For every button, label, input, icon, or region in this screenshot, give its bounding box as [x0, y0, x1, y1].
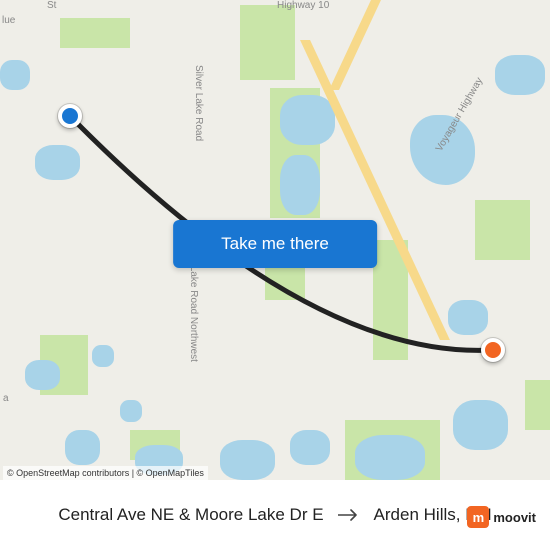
road-label: lue	[2, 15, 15, 26]
arrow-right-icon	[338, 508, 360, 522]
moovit-icon: m	[467, 506, 489, 528]
water-body	[0, 60, 30, 90]
map-viewport[interactable]: lue St Highway 10 Silver Lake Road Silve…	[0, 0, 550, 480]
water-body	[280, 95, 335, 145]
water-body	[220, 440, 275, 480]
water-body	[495, 55, 545, 95]
road-label: Highway 10	[277, 0, 329, 11]
park-area	[60, 18, 130, 48]
water-body	[92, 345, 114, 367]
water-body	[448, 300, 488, 335]
water-body	[35, 145, 80, 180]
water-body	[355, 435, 425, 480]
origin-marker-icon	[58, 104, 82, 128]
destination-marker-icon	[481, 338, 505, 362]
water-body	[290, 430, 330, 465]
water-body	[65, 430, 100, 465]
road-label: St	[47, 0, 56, 11]
road-label: Silver Lake Road	[193, 65, 204, 141]
park-area	[240, 5, 295, 80]
water-body	[25, 360, 60, 390]
water-body	[120, 400, 142, 422]
water-body	[453, 400, 508, 450]
moovit-logo: m moovit	[467, 506, 536, 528]
take-me-there-button[interactable]: Take me there	[173, 220, 377, 268]
water-body	[280, 155, 320, 215]
park-area	[475, 200, 530, 260]
map-attribution: © OpenStreetMap contributors | © OpenMap…	[3, 466, 208, 480]
route-origin-label: Central Ave NE & Moore Lake Dr E	[58, 505, 323, 525]
park-area	[525, 380, 550, 430]
road-label: a	[3, 393, 9, 404]
moovit-wordmark: moovit	[493, 510, 536, 525]
